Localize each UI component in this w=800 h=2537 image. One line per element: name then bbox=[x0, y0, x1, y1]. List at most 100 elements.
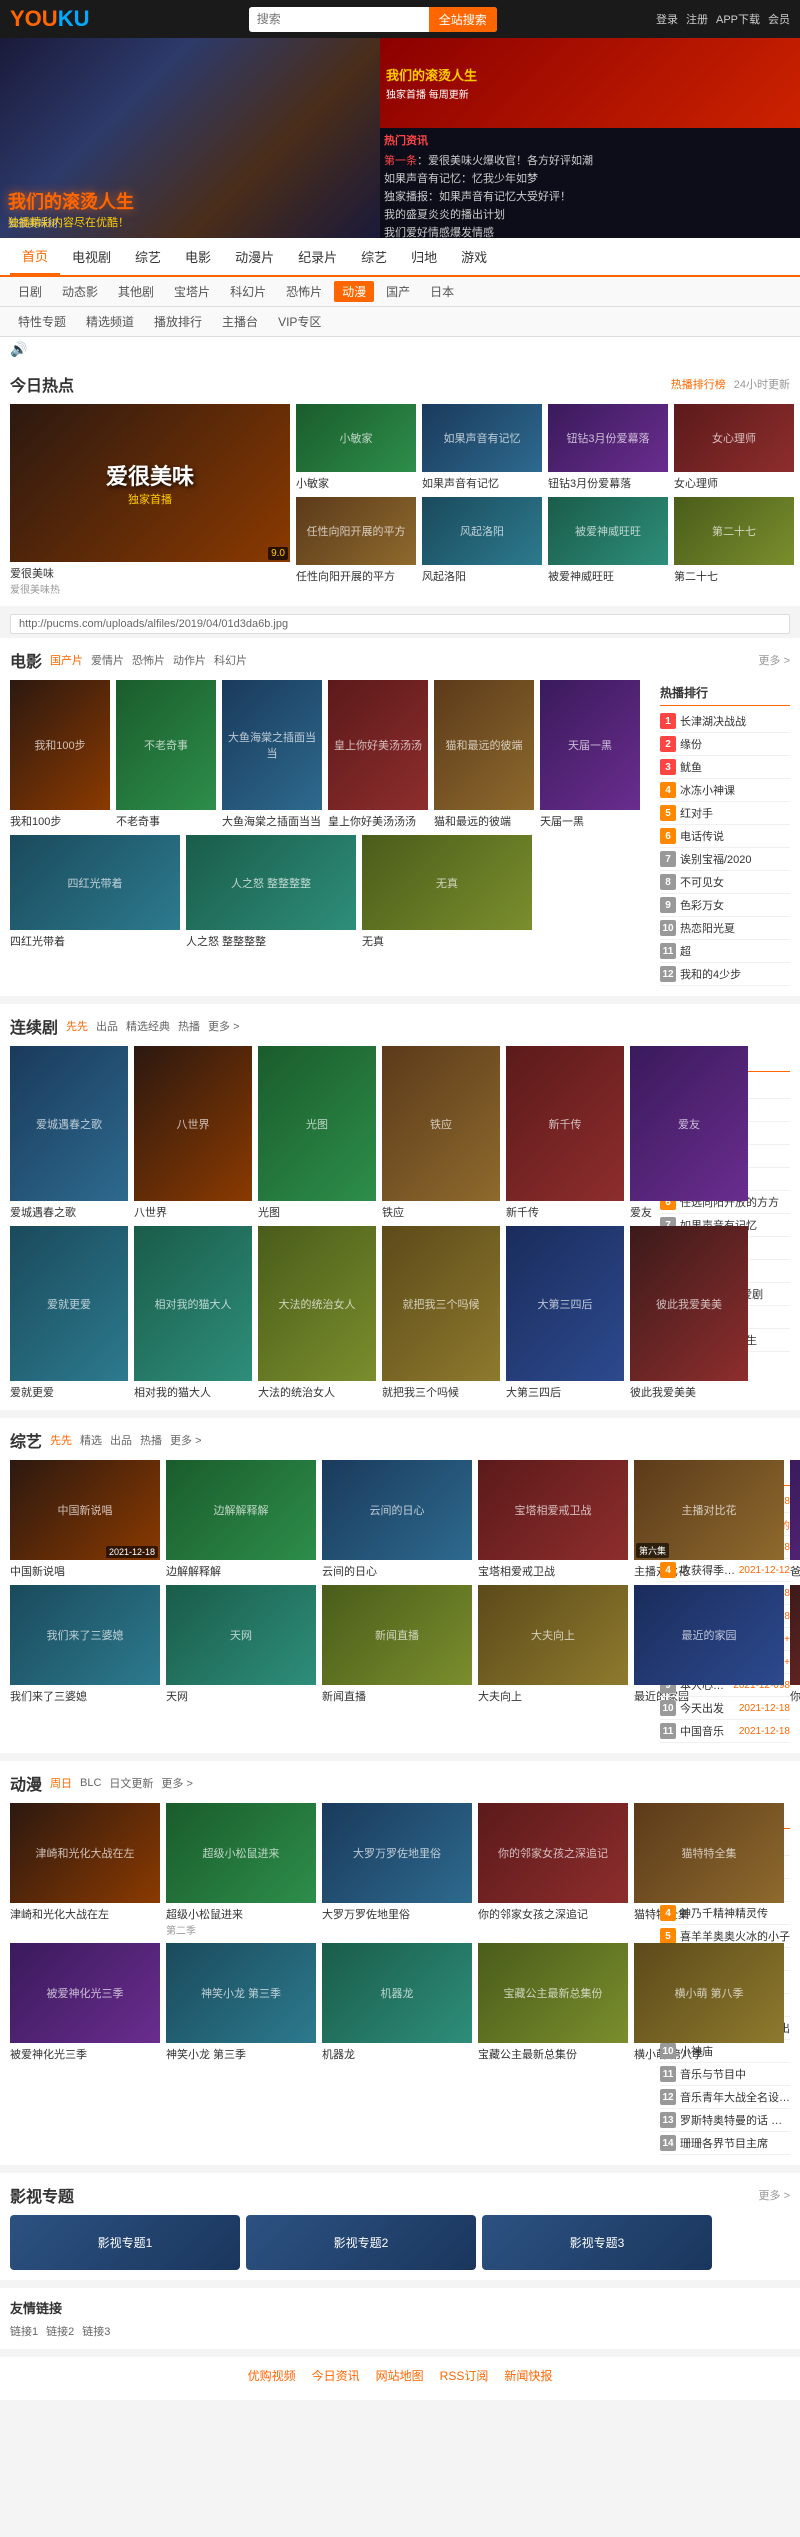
anime-card-0[interactable]: 津崎和光化大战在左 津崎和光化大战在左 bbox=[10, 1803, 160, 1937]
movie-card-5[interactable]: 天届一黑 天届一黑 bbox=[540, 680, 640, 829]
friend-link-0[interactable]: 链接1 bbox=[10, 2323, 38, 2339]
movie-card-6[interactable]: 四红光带着 四红光带着 bbox=[10, 835, 180, 949]
nav-tab-anime[interactable]: 动漫片 bbox=[223, 239, 286, 274]
sidebar-item[interactable]: 7诶别宝福/2020 bbox=[660, 848, 790, 871]
drama-card-8[interactable]: 大法的统治女人 大法的统治女人 bbox=[258, 1226, 376, 1400]
variety-card-2[interactable]: 云间的日心 云间的日心 bbox=[322, 1460, 472, 1579]
volume-icon[interactable]: 🔊 bbox=[10, 341, 27, 357]
variety-card-7[interactable]: 天网 天网 bbox=[166, 1585, 316, 1704]
footer-link-1[interactable]: 今日资讯 bbox=[312, 2367, 360, 2384]
anime-tab-1[interactable]: BLC bbox=[80, 1777, 101, 1789]
friend-link-2[interactable]: 链接3 bbox=[82, 2323, 110, 2339]
movie-tab-3[interactable]: 动作片 bbox=[173, 652, 206, 668]
register-link[interactable]: 注册 bbox=[686, 11, 708, 27]
drama-card-9[interactable]: 就把我三个吗候 就把我三个吗候 bbox=[382, 1226, 500, 1400]
drama-card-11[interactable]: 彼此我爱美美 彼此我爱美美 bbox=[630, 1226, 748, 1400]
anime-card-1[interactable]: 超级小松鼠进来 超级小松鼠进来 第二季 bbox=[166, 1803, 316, 1937]
nav-sub-other[interactable]: 其他剧 bbox=[110, 281, 162, 302]
drama-card-6[interactable]: 爱就更爱 爱就更爱 bbox=[10, 1226, 128, 1400]
login-link[interactable]: 登录 bbox=[656, 11, 678, 27]
variety-card-0[interactable]: 中国新说唱 2021-12-18 中国新说唱 bbox=[10, 1460, 160, 1579]
sidebar-item[interactable]: 10今天出发2021-12-18 bbox=[660, 1697, 790, 1720]
sidebar-item[interactable]: 6电话传说 bbox=[660, 825, 790, 848]
hot-card-3[interactable]: 如果声音有记忆 如果声音有记忆 bbox=[422, 404, 542, 491]
nav-sub-scifi[interactable]: 科幻片 bbox=[222, 281, 274, 302]
drama-card-4[interactable]: 新千传 新千传 bbox=[506, 1046, 624, 1220]
variety-tab-more[interactable]: 更多 > bbox=[170, 1432, 201, 1448]
movie-card-7[interactable]: 人之怒 整整整整 人之怒 整整整整 bbox=[186, 835, 356, 949]
sidebar-item[interactable]: 13罗斯特奥特曼的话 决战了！ bbox=[660, 2109, 790, 2132]
sidebar-item[interactable]: 2缘份 bbox=[660, 733, 790, 756]
anime-tab-2[interactable]: 日文更新 bbox=[109, 1775, 153, 1791]
nav-sub-channel[interactable]: 精选频道 bbox=[78, 311, 142, 332]
sidebar-item[interactable]: 4神乃千精神精灵传 bbox=[660, 1902, 790, 1925]
nav-tab-home[interactable]: 首页 bbox=[10, 238, 60, 275]
banner-main[interactable]: 我们的滚烫人生 独播精彩内容尽在优酷！ 爱很美味树 bbox=[0, 38, 380, 238]
movie-tab-1[interactable]: 爱情片 bbox=[91, 652, 124, 668]
sidebar-item[interactable]: 14珊珊各界节目主席 bbox=[660, 2132, 790, 2155]
search-input[interactable] bbox=[249, 8, 429, 30]
variety-card-11[interactable]: 你爱大国第三季 你爱大国第三季 bbox=[790, 1585, 800, 1704]
topic-card-0[interactable]: 影视专题1 bbox=[10, 2215, 240, 2270]
hot-card-5[interactable]: 女心理师 女心理师 bbox=[674, 404, 794, 491]
drama-tab-0[interactable]: 先先 bbox=[66, 1018, 88, 1034]
news-item-2[interactable]: 如果声音有记忆：忆我少年如梦 bbox=[384, 169, 796, 187]
anime-tab-0[interactable]: 周日 bbox=[50, 1775, 72, 1791]
variety-tab-0[interactable]: 先先 bbox=[50, 1432, 72, 1448]
sidebar-item[interactable]: 11中国音乐2021-12-18 bbox=[660, 1720, 790, 1743]
news-item-3[interactable]: 独家播报：如果声音有记忆大受好评！ bbox=[384, 187, 796, 205]
topic-more[interactable]: 更多 > bbox=[759, 2187, 790, 2203]
nav-tab-variety[interactable]: 综艺 bbox=[123, 239, 173, 274]
friend-link-1[interactable]: 链接2 bbox=[46, 2323, 74, 2339]
variety-tab-1[interactable]: 精选 bbox=[80, 1432, 102, 1448]
movie-tab-2[interactable]: 恐怖片 bbox=[132, 652, 165, 668]
movie-more[interactable]: 更多 > bbox=[759, 652, 790, 668]
nav-sub-domestic[interactable]: 国产 bbox=[378, 281, 418, 302]
nav-sub-topic[interactable]: 特性专题 bbox=[10, 311, 74, 332]
banner-ad[interactable]: 我们的滚烫人生 独家首播 每周更新 bbox=[380, 38, 800, 128]
drama-card-7[interactable]: 相对我的猫大人 相对我的猫大人 bbox=[134, 1226, 252, 1400]
movie-card-3[interactable]: 皇上你好美汤汤汤 皇上你好美汤汤汤 bbox=[328, 680, 428, 829]
drama-card-2[interactable]: 光图 光图 bbox=[258, 1046, 376, 1220]
drama-card-3[interactable]: 铁应 铁应 bbox=[382, 1046, 500, 1220]
news-item-1[interactable]: 第一条：爱很美味火爆收官！各方好评如潮 bbox=[384, 151, 796, 169]
nav-sub-anime[interactable]: 动漫 bbox=[334, 281, 374, 302]
nav-sub-horror[interactable]: 恐怖片 bbox=[278, 281, 330, 302]
sidebar-item[interactable]: 3鱿鱼 bbox=[660, 756, 790, 779]
drama-card-5[interactable]: 爱友 爱友 bbox=[630, 1046, 748, 1220]
sidebar-item[interactable]: 11超 bbox=[660, 940, 790, 963]
nav-sub-vip[interactable]: VIP专区 bbox=[270, 311, 329, 332]
footer-link-2[interactable]: 网站地图 bbox=[376, 2367, 424, 2384]
movie-tab-4[interactable]: 科幻片 bbox=[214, 652, 247, 668]
drama-card-1[interactable]: 八世界 八世界 bbox=[134, 1046, 252, 1220]
vip-link[interactable]: 会员 bbox=[768, 11, 790, 27]
hot-card-2[interactable]: 小敏家 小敏家 bbox=[296, 404, 416, 491]
variety-card-3[interactable]: 宝塔相爱戒卫战 宝塔相爱戒卫战 bbox=[478, 1460, 628, 1579]
nav-tab-game[interactable]: 游戏 bbox=[449, 239, 499, 274]
topic-card-2[interactable]: 影视专题3 bbox=[482, 2215, 712, 2270]
app-link[interactable]: APP下载 bbox=[716, 11, 760, 27]
sidebar-item[interactable]: 4收获得季第 第21集2021-12-12 bbox=[660, 1559, 790, 1582]
movie-card-0[interactable]: 我和100步 我和100步 bbox=[10, 680, 110, 829]
sidebar-item[interactable]: 10小神庙 bbox=[660, 2040, 790, 2063]
movie-card-1[interactable]: 不老奇事 不老奇事 bbox=[116, 680, 216, 829]
drama-card-0[interactable]: 爱城遇春之歌 爱城遇春之歌 bbox=[10, 1046, 128, 1220]
anime-card-7[interactable]: 机器龙 机器龙 bbox=[322, 1943, 472, 2062]
nav-sub-host[interactable]: 主播台 bbox=[214, 311, 266, 332]
nav-tab-variety2[interactable]: 综艺 bbox=[349, 239, 399, 274]
sidebar-item[interactable]: 8不可见女 bbox=[660, 871, 790, 894]
variety-tab-3[interactable]: 热播 bbox=[140, 1432, 162, 1448]
nav-sub-tower[interactable]: 宝塔片 bbox=[166, 281, 218, 302]
drama-tab-3[interactable]: 热播 bbox=[178, 1018, 200, 1034]
hot-main-card[interactable]: 爱很美味 独家首播 9.0 爱很美味 爱很美味热 bbox=[10, 404, 290, 596]
movie-card-8[interactable]: 无真 无真 bbox=[362, 835, 532, 949]
hot-24h[interactable]: 24小时更新 bbox=[734, 376, 790, 392]
anime-card-6[interactable]: 神笑小龙 第三季 神笑小龙 第三季 bbox=[166, 1943, 316, 2062]
sidebar-item[interactable]: 4冰冻小神课 bbox=[660, 779, 790, 802]
footer-link-4[interactable]: 新闻快报 bbox=[504, 2367, 552, 2384]
anime-card-3[interactable]: 你的邻家女孩之深追记 你的邻家女孩之深追记 bbox=[478, 1803, 628, 1937]
nav-tab-doc[interactable]: 纪录片 bbox=[286, 239, 349, 274]
sidebar-item[interactable]: 10热恋阳光夏 bbox=[660, 917, 790, 940]
news-item-4[interactable]: 我的盛夏炎炎的播出计划 bbox=[384, 205, 796, 223]
drama-tab-1[interactable]: 出品 bbox=[96, 1018, 118, 1034]
